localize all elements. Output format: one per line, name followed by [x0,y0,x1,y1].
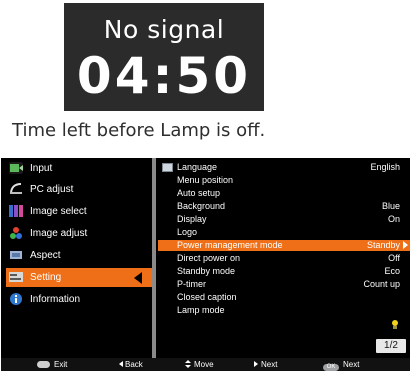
main-menu-item-setting[interactable]: Setting [6,268,152,287]
main-menu: Input PC adjust Image select Image adjus… [1,158,152,358]
pc-adjust-icon [9,183,23,195]
submenu-row-label: Standby mode [177,266,236,276]
image-select-icon [9,205,23,217]
submenu-row-menu-position[interactable]: Menu position [158,175,410,186]
submenu-row-value: Standby [366,240,400,250]
main-menu-item-label: Setting [30,272,62,283]
main-menu-item-pc-adjust[interactable]: PC adjust [6,180,152,199]
submenu-row-language[interactable]: Language English [158,162,410,173]
page-indicator: 1/2 [376,339,406,353]
submenu-row-power-management-mode[interactable]: Power management mode Standby [158,240,410,251]
back-hint-label: Back [125,360,143,369]
submenu-row-value: Off [388,253,400,263]
submenu-row-p-timer[interactable]: P-timer Count up [158,279,410,290]
submenu-row-label: Auto setup [177,188,221,198]
key-guide-bar: Exit Back Move Next OK Next [1,358,410,371]
submenu-row-value: Count up [363,279,400,289]
main-menu-item-input[interactable]: Input [6,159,152,178]
submenu-row-label: P-timer [177,279,206,289]
main-menu-item-image-adjust[interactable]: Image adjust [6,224,152,243]
ok-next-hint[interactable]: OK Next [323,358,359,371]
move-hint[interactable]: Move [185,358,214,371]
submenu-row-value: Blue [381,201,400,211]
submenu-row-label: Logo [177,227,198,237]
submenu-row-standby-mode[interactable]: Standby mode Eco [158,266,410,277]
submenu-row-auto-setup[interactable]: Auto setup [158,188,410,199]
submenu-row-label: Direct power on [177,253,241,263]
lamp-off-caption: Time left before Lamp is off. [12,120,266,141]
main-menu-item-label: PC adjust [30,184,74,195]
move-hint-label: Move [194,360,214,369]
submenu-row-value: Eco [384,266,400,276]
submenu-row-label: Language [177,162,218,172]
submenu-row-label: Display [177,214,207,224]
main-menu-item-label: Information [30,294,81,305]
osd-menu: Input PC adjust Image select Image adjus… [1,158,410,371]
ok-next-hint-label: Next [343,360,360,369]
setting-submenu: Language English Menu position Auto setu… [156,158,410,358]
submenu-row-label: Power management mode [177,240,283,250]
submenu-row-closed-caption[interactable]: Closed caption [158,292,410,303]
no-signal-title: No signal [103,15,225,44]
submenu-row-label: Closed caption [177,292,237,302]
next-hint-label: Next [261,360,278,369]
aspect-icon [9,249,23,261]
menu-button-icon [37,361,50,368]
right-arrow-icon [254,361,258,367]
submenu-row-direct-power-on[interactable]: Direct power on Off [158,253,410,264]
setting-icon [9,271,23,283]
main-menu-item-label: Image adjust [30,228,88,239]
main-menu-item-image-select[interactable]: Image select [6,202,152,221]
information-icon [9,293,23,305]
language-icon [162,163,173,172]
submenu-row-display[interactable]: Display On [158,214,410,225]
main-menu-item-aspect[interactable]: Aspect [6,246,152,265]
submenu-row-label: Menu position [177,175,234,185]
lamp-off-countdown: 04:50 [76,47,252,105]
main-menu-item-label: Input [30,163,53,174]
bulb-base [393,326,397,329]
exit-hint[interactable]: Exit [37,358,67,371]
submenu-row-label: Lamp mode [177,305,225,315]
exit-hint-label: Exit [54,360,68,369]
submenu-pointer-icon [134,272,142,284]
next-hint[interactable]: Next [254,358,277,371]
input-icon [9,162,23,174]
chevron-right-icon [403,241,408,249]
submenu-row-label: Background [177,201,226,211]
submenu-row-lamp-mode[interactable]: Lamp mode [158,305,410,316]
main-menu-item-information[interactable]: Information [6,290,152,309]
main-menu-item-label: Aspect [30,250,61,261]
left-arrow-icon [119,361,123,367]
no-signal-panel: No signal 04:50 [64,3,264,111]
submenu-row-logo[interactable]: Logo [158,227,410,238]
submenu-row-value: English [370,162,400,172]
submenu-row-value: On [387,214,400,224]
up-down-arrow-icon [185,360,191,368]
back-hint[interactable]: Back [119,358,143,371]
main-menu-item-label: Image select [30,206,87,217]
submenu-row-background[interactable]: Background Blue [158,201,410,212]
image-adjust-icon [9,227,23,239]
ok-button-icon: OK [323,364,339,371]
